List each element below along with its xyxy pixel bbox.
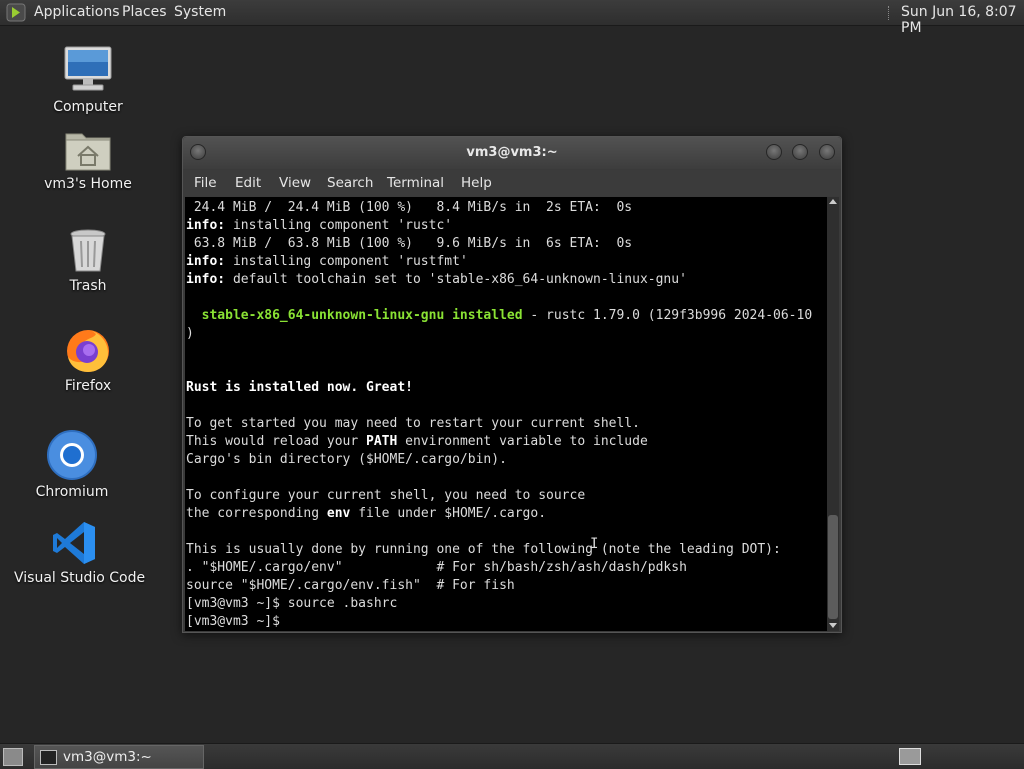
system-menu[interactable]: System <box>174 4 226 20</box>
panel-separator <box>888 6 891 20</box>
window-titlebar[interactable]: vm3@vm3:~ <box>183 137 841 169</box>
desktop-icon-trash[interactable]: Trash <box>54 228 122 294</box>
desktop-icon-label: vm3's Home <box>44 176 132 192</box>
computer-icon <box>64 46 112 91</box>
menu-help[interactable]: Help <box>461 175 492 191</box>
desktop-icon-label: Computer <box>53 99 123 115</box>
terminal-icon <box>40 750 57 765</box>
terminal-line: [vm3@vm3 ~]$ <box>186 614 288 629</box>
desktop-icon-computer[interactable]: Computer <box>48 45 128 115</box>
minimize-icon[interactable] <box>766 144 782 160</box>
places-menu[interactable]: Places <box>122 4 167 20</box>
terminal-line: info: installing component 'rustc' <box>186 218 453 233</box>
terminal-line: This is usually done by running one of t… <box>186 542 781 557</box>
mouse-text-cursor-icon: I <box>590 536 599 552</box>
desktop-icon-firefox[interactable]: Firefox <box>54 326 122 394</box>
menu-view[interactable]: View <box>279 175 311 191</box>
terminal-text: 24.4 MiB / 24.4 MiB (100 %) 8.4 MiB/s in… <box>186 199 812 631</box>
maximize-icon[interactable] <box>792 144 808 160</box>
menu-edit[interactable]: Edit <box>235 175 261 191</box>
scroll-down-arrow-icon[interactable] <box>829 623 837 628</box>
desktop-icon-label: Visual Studio Code <box>14 570 146 586</box>
terminal-line: info: installing component 'rustfmt' <box>186 254 468 269</box>
show-desktop-icon[interactable] <box>3 748 23 766</box>
terminal-menubar: File Edit View Search Terminal Help <box>183 170 841 196</box>
bottom-panel: vm3@vm3:~ <box>0 743 1024 769</box>
desktop-icon-home[interactable]: vm3's Home <box>44 128 132 192</box>
terminal-line: source "$HOME/.cargo/env.fish" # For fis… <box>186 578 515 593</box>
terminal-window[interactable]: vm3@vm3:~ File Edit View Search Terminal… <box>182 136 842 633</box>
terminal-line: Cargo's bin directory ($HOME/.cargo/bin)… <box>186 452 507 467</box>
scrollbar-thumb[interactable] <box>828 515 838 619</box>
scroll-up-arrow-icon[interactable] <box>829 199 837 204</box>
terminal-line: ) <box>186 326 194 341</box>
terminal-line: This would reload your PATH environment … <box>186 434 648 449</box>
desktop-icon-vscode[interactable]: Visual Studio Code <box>14 520 146 586</box>
menu-file[interactable]: File <box>194 175 217 191</box>
terminal-line: Rust is installed now. Great! <box>186 380 413 395</box>
terminal-line: To configure your current shell, you nee… <box>186 488 586 503</box>
taskbar-item-label: vm3@vm3:~ <box>63 749 152 765</box>
terminal-scrollbar[interactable] <box>827 197 839 631</box>
workspace-switcher[interactable] <box>899 748 921 765</box>
close-icon[interactable] <box>819 144 835 160</box>
taskbar-item-terminal[interactable]: vm3@vm3:~ <box>34 745 204 769</box>
firefox-icon <box>67 330 109 372</box>
desktop-icon-label: Trash <box>69 278 107 294</box>
home-folder-icon <box>65 133 111 171</box>
main-menu-icon[interactable] <box>6 3 26 22</box>
top-panel: Applications Places System Sun Jun 16, 8… <box>0 0 1024 36</box>
terminal-line: To get started you may need to restart y… <box>186 416 640 431</box>
vscode-icon <box>53 522 95 564</box>
clock[interactable]: Sun Jun 16, 8:07 PM <box>901 4 1024 36</box>
menu-search[interactable]: Search <box>327 175 373 191</box>
desktop-icon-label: Firefox <box>64 378 112 394</box>
desktop-icon-label: Chromium <box>35 484 109 500</box>
chromium-icon <box>47 430 97 480</box>
menu-terminal[interactable]: Terminal <box>387 175 444 191</box>
terminal-line: stable-x86_64-unknown-linux-gnu installe… <box>201 308 813 323</box>
terminal-line: the corresponding env file under $HOME/.… <box>186 506 547 521</box>
window-title: vm3@vm3:~ <box>466 145 558 160</box>
trash-icon <box>70 229 106 272</box>
terminal-line: [vm3@vm3 ~]$ source .bashrc <box>186 596 398 611</box>
desktop-icon-chromium[interactable]: Chromium <box>32 430 112 500</box>
terminal-line: . "$HOME/.cargo/env" # For sh/bash/zsh/a… <box>186 560 687 575</box>
terminal-line: 24.4 MiB / 24.4 MiB (100 %) 8.4 MiB/s in… <box>186 200 633 215</box>
applications-menu[interactable]: Applications <box>34 4 120 20</box>
terminal-line: info: default toolchain set to 'stable-x… <box>186 272 687 287</box>
terminal-output[interactable]: 24.4 MiB / 24.4 MiB (100 %) 8.4 MiB/s in… <box>185 197 827 631</box>
terminal-line: 63.8 MiB / 63.8 MiB (100 %) 9.6 MiB/s in… <box>186 236 633 251</box>
